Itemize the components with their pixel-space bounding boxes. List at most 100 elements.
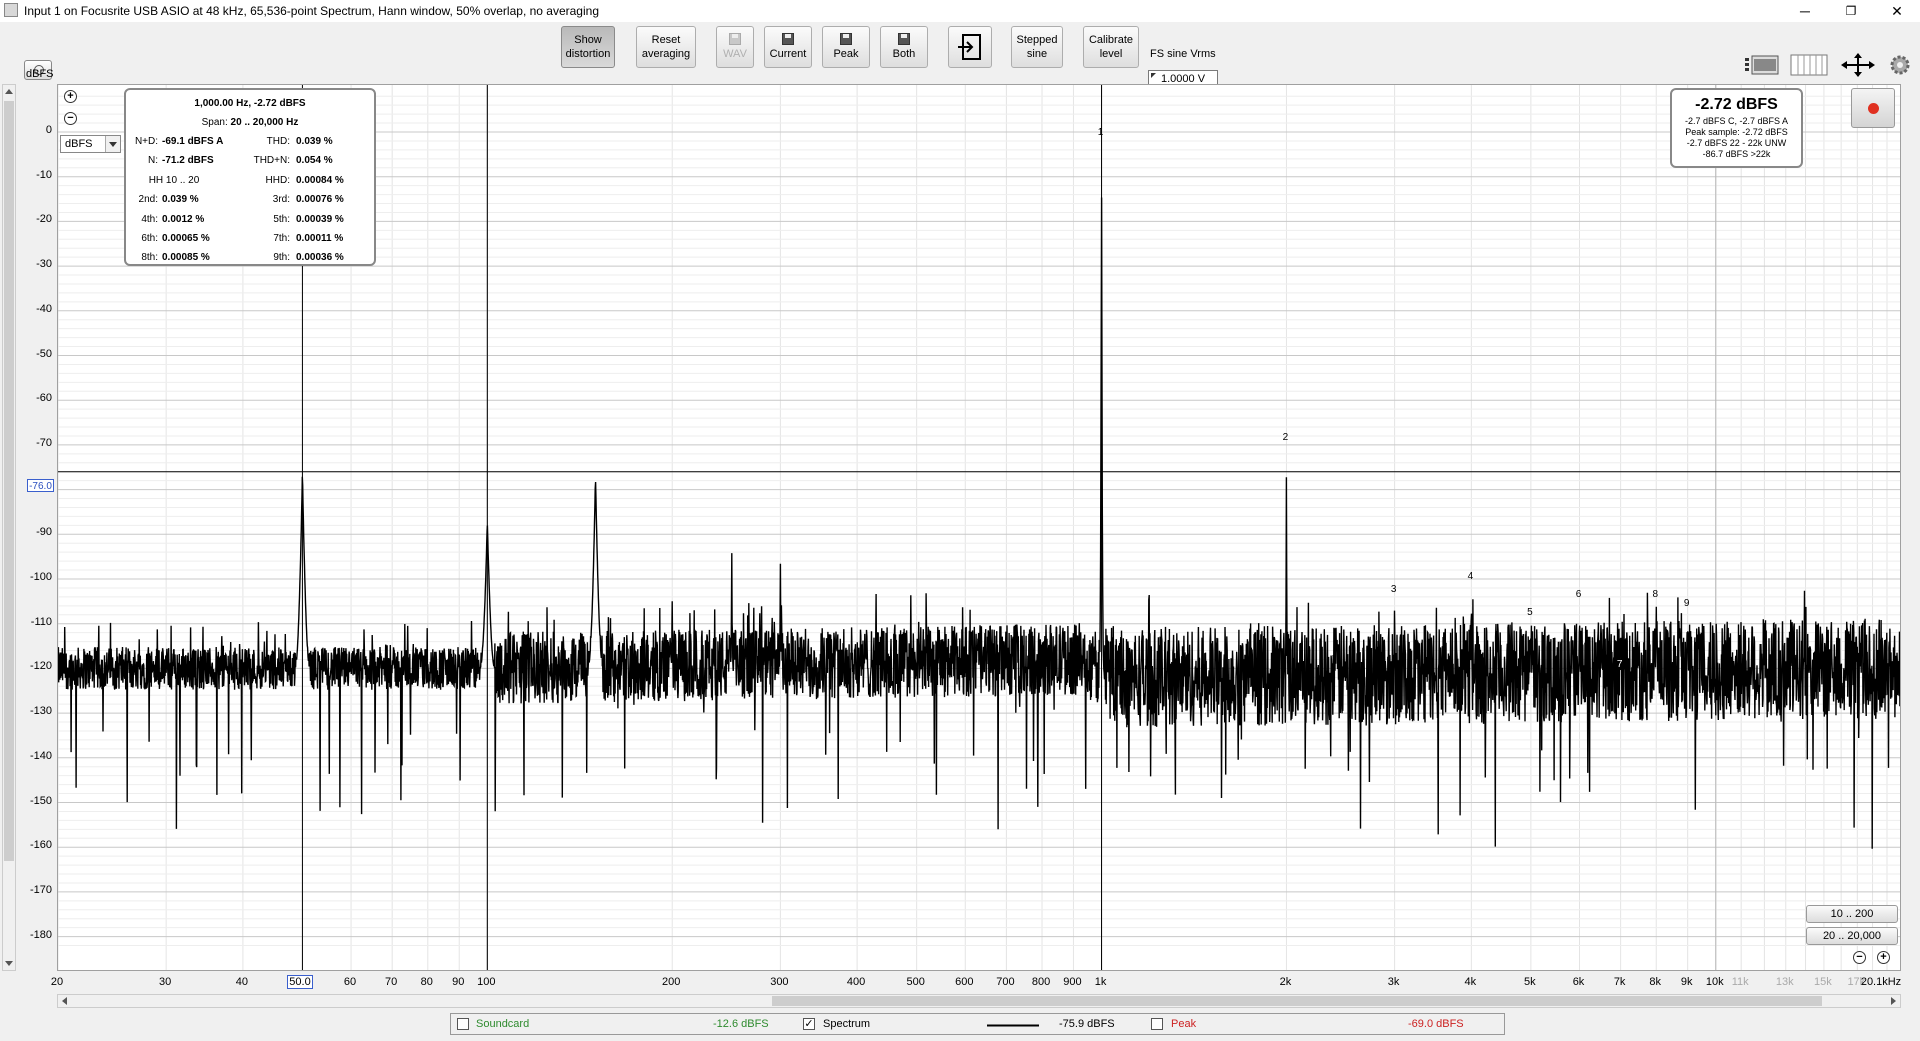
peak-checkbox[interactable] (1151, 1018, 1163, 1030)
metric-value: 0.00036 % (296, 252, 344, 264)
soundcard-checkbox[interactable] (457, 1018, 469, 1030)
save-current-button[interactable]: Current (764, 26, 812, 68)
spectrum-checkbox[interactable]: ✓ (803, 1018, 815, 1030)
range-10-200-button[interactable]: 10 .. 200 (1806, 905, 1898, 923)
x-tick-label: 13k (1775, 976, 1794, 988)
harmonic-label: 1 (1097, 127, 1104, 139)
x-tick-label: 1k (1094, 976, 1107, 988)
y-tick-label: -150 (29, 794, 52, 807)
x-tick-label: 100 (477, 976, 496, 988)
export-icon (958, 34, 981, 60)
show-distortion-button[interactable]: Show distortion (561, 26, 615, 68)
metric-value: 0.039 % (296, 136, 333, 147)
scroll-right-icon[interactable] (1891, 997, 1896, 1005)
y-cursor-readout[interactable]: -76.0 (27, 479, 54, 492)
x-tick-label: 900 (1063, 976, 1082, 988)
legend-bar: Soundcard -12.6 dBFS ✓ Spectrum -75.9 dB… (450, 1013, 1505, 1035)
x-tick-label: 9k (1680, 976, 1693, 988)
x-tick-label: 40 (235, 976, 249, 988)
span-value: 20 .. 20,000 Hz (230, 117, 299, 128)
x-tick-label: 6k (1572, 976, 1585, 988)
y-tick-label: 0 (45, 124, 52, 136)
harmonic-label: 9 (1683, 597, 1690, 609)
x-tick-label: 400 (846, 976, 866, 988)
metric-label: 9th: (273, 252, 290, 264)
scroll-down-icon[interactable] (5, 961, 13, 966)
level-panel: -2.72 dBFS -2.7 dBFS C, -2.7 dBFS A Peak… (1670, 88, 1803, 168)
graph-layout-icon[interactable] (1744, 52, 1780, 78)
restore-button[interactable]: ❐ (1828, 0, 1874, 22)
app-icon (4, 3, 18, 17)
reset-averaging-label-2: averaging (641, 48, 691, 60)
x-tick-label: 4k (1464, 976, 1477, 988)
record-button[interactable] (1851, 88, 1895, 128)
reset-averaging-label-1: Reset (651, 34, 681, 46)
save-disk-icon (840, 33, 852, 45)
x-zoom-in-icon[interactable]: + (1877, 951, 1890, 964)
vertical-scroll-thumb[interactable] (4, 101, 14, 861)
save-disk-icon (782, 33, 794, 45)
metric-value: 0.054 % (296, 155, 333, 167)
hh-range-label: HH 10 .. 20 (148, 174, 200, 186)
x-tick-label: 90 (452, 976, 465, 988)
metric-value: -69.1 dBFS A (162, 136, 224, 147)
x-zoom-out-icon[interactable]: − (1853, 951, 1866, 964)
x-cursor-readout[interactable]: 50.0 (287, 975, 313, 989)
stepped-sine-button[interactable]: Stepped sine (1011, 26, 1063, 68)
calibrate-level-label-2: level (1099, 48, 1123, 60)
horizontal-scroll-thumb[interactable] (772, 996, 1822, 1006)
close-button[interactable]: ✕ (1874, 0, 1920, 22)
columns-icon[interactable] (1790, 52, 1828, 78)
zoom-in-icon[interactable]: + (64, 90, 77, 103)
metric-label: 2nd: (138, 194, 158, 206)
level-line: -2.7 dBFS C, -2.7 dBFS A (1684, 116, 1789, 126)
range-20-20000-button[interactable]: 20 .. 20,000 (1806, 927, 1898, 945)
y-tick-label: -180 (29, 928, 52, 941)
y-tick-label: -40 (36, 302, 52, 315)
scroll-left-icon[interactable] (62, 997, 67, 1005)
spectrum-line-swatch (987, 1024, 1039, 1027)
metric-value: 0.00039 % (296, 213, 344, 225)
export-button[interactable] (948, 26, 992, 68)
metric-label: N: (148, 155, 158, 167)
y-tick-label: -60 (36, 392, 52, 405)
harmonic-label: 5 (1527, 606, 1533, 618)
x-tick-label: 60 (343, 976, 357, 988)
metric-value: 0.00076 % (296, 194, 344, 206)
fit-arrows-icon[interactable] (1840, 52, 1876, 78)
harmonic-label: 6 (1575, 588, 1582, 600)
x-tick-label: 300 (770, 976, 789, 988)
wav-label: WAV (723, 48, 747, 60)
show-distortion-label-2: distortion (565, 48, 611, 60)
x-tick-label: 8k (1649, 976, 1662, 988)
save-peak-button[interactable]: Peak (822, 26, 870, 68)
span-label: Span: (201, 117, 228, 128)
vertical-scrollbar[interactable] (2, 84, 16, 971)
gear-icon[interactable] (1888, 52, 1912, 78)
wav-button[interactable]: WAV (716, 26, 754, 68)
horizontal-scrollbar[interactable] (57, 994, 1901, 1008)
scroll-up-icon[interactable] (5, 89, 13, 94)
zoom-out-icon[interactable]: − (64, 112, 77, 125)
y-tick-label: -70 (36, 436, 52, 449)
calibrate-level-button[interactable]: Calibrate level (1083, 26, 1139, 68)
x-tick-label: 500 (906, 976, 925, 988)
harmonic-label: 2 (1282, 432, 1289, 444)
spectrum-label: Spectrum (823, 1018, 871, 1030)
level-line: -86.7 dBFS >22k (1702, 149, 1771, 159)
metric-label: HHD: (265, 174, 290, 186)
minimize-button[interactable]: ─ (1782, 0, 1828, 22)
x-tick-label: 5k (1524, 976, 1536, 988)
metric-label: THD: (266, 136, 290, 147)
save-both-button[interactable]: Both (880, 26, 928, 68)
distortion-panel: 1,000.00 Hz, -2.72 dBFS Span: 20 .. 20,0… (124, 88, 376, 266)
reset-averaging-button[interactable]: Reset averaging (636, 26, 696, 68)
soundcard-value: -12.6 dBFS (713, 1018, 769, 1030)
calibrate-level-label-1: Calibrate (1088, 34, 1134, 46)
record-icon (1868, 103, 1879, 114)
harmonic-label: 7 (1614, 659, 1625, 671)
harmonic-label: 4 (1467, 570, 1474, 582)
level-line: -2.7 dBFS 22 - 22k UNW (1686, 138, 1787, 148)
x-tick-label: 700 (996, 976, 1015, 988)
metric-value: -71.2 dBFS (162, 155, 214, 167)
